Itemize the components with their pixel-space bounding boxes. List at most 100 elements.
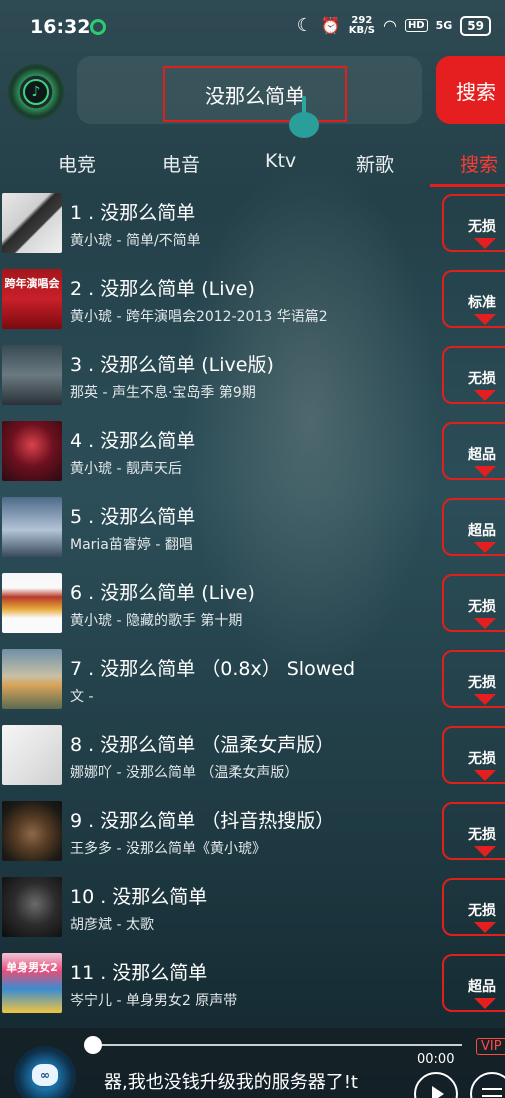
- search-box[interactable]: 没那么简单: [77, 56, 422, 138]
- song-title: 4 . 没那么简单: [70, 430, 196, 452]
- quality-button[interactable]: 无损: [442, 878, 505, 936]
- song-title: 3 . 没那么简单 (Live版): [70, 354, 274, 376]
- vip-badge[interactable]: VIP: [476, 1038, 505, 1055]
- download-arrow-icon: [474, 846, 496, 857]
- alarm-icon: ⏰: [320, 16, 341, 35]
- song-subtitle: 王多多 - 没那么简单《黄小琥》: [70, 841, 266, 857]
- search-button[interactable]: 搜索: [436, 56, 505, 124]
- album-cover: [2, 877, 62, 937]
- do-not-disturb-icon: ☾: [296, 15, 313, 36]
- download-arrow-icon: [474, 998, 496, 1009]
- text-cursor-handle-icon[interactable]: [289, 96, 319, 138]
- album-cover: 单身男女2: [2, 953, 62, 1013]
- list-item[interactable]: 9 . 没那么简单 （抖音热搜版） 王多多 - 没那么简单《黄小琥》 无损: [0, 796, 505, 872]
- quality-button[interactable]: 超品: [442, 498, 505, 556]
- progress-handle[interactable]: [84, 1036, 102, 1054]
- list-item[interactable]: 跨年演唱会 2 . 没那么简单 (Live) 黄小琥 - 跨年演唱会2012-2…: [0, 264, 505, 340]
- tab-esports[interactable]: 电竞: [58, 150, 96, 177]
- playlist-menu-button[interactable]: [470, 1072, 505, 1098]
- quality-label: 无损: [468, 219, 496, 235]
- song-subtitle: 那英 - 声生不息·宝岛季 第9期: [70, 385, 256, 401]
- now-playing-disc[interactable]: ∞: [14, 1046, 76, 1098]
- signal-icon: 5G: [435, 19, 453, 32]
- list-item[interactable]: 5 . 没那么简单 Maria苗睿婷 - 翻唱 超品: [0, 492, 505, 568]
- quality-label: 标准: [468, 295, 496, 311]
- album-cover: [2, 421, 62, 481]
- song-title: 11 . 没那么简单: [70, 962, 208, 984]
- download-arrow-icon: [474, 618, 496, 629]
- app-notification-icon: [90, 19, 106, 35]
- quality-button[interactable]: 无损: [442, 802, 505, 860]
- status-icons: ☾ ⏰ 292 KB/S ◠ HD 5G 59: [297, 15, 491, 36]
- list-item[interactable]: 6 . 没那么简单 (Live) 黄小琥 - 隐藏的歌手 第十期 无损: [0, 568, 505, 644]
- album-cover: [2, 193, 62, 253]
- album-cover: [2, 497, 62, 557]
- album-cover: [2, 725, 62, 785]
- song-title: 8 . 没那么简单 （温柔女声版）: [70, 734, 335, 756]
- playback-time: 00:00: [417, 1052, 455, 1067]
- mini-player: VIP 00:00 ∞ 器,我也没钱升级我的服务器了!t: [0, 1028, 505, 1098]
- quality-button[interactable]: 无损: [442, 726, 505, 784]
- song-subtitle: Maria苗睿婷 - 翻唱: [70, 537, 193, 553]
- quality-button[interactable]: 无损: [442, 574, 505, 632]
- scrolling-message: 器,我也没钱升级我的服务器了!t: [104, 1072, 358, 1093]
- hd-badge: HD: [404, 19, 428, 32]
- download-arrow-icon: [474, 466, 496, 477]
- song-title: 9 . 没那么简单 （抖音热搜版）: [70, 810, 335, 832]
- list-item[interactable]: 7 . 没那么简单 （0.8x） Slowed 文 - 无损: [0, 644, 505, 720]
- list-item[interactable]: 单身男女2 11 . 没那么简单 岑宁儿 - 单身男女2 原声带 超品: [0, 948, 505, 1024]
- list-item[interactable]: 10 . 没那么简单 胡彦斌 - 太歌 无损: [0, 872, 505, 948]
- song-subtitle: 娜娜吖 - 没那么简单 （温柔女声版）: [70, 765, 299, 781]
- song-subtitle: 黄小琥 - 简单/不简单: [70, 233, 201, 249]
- download-arrow-icon: [474, 694, 496, 705]
- tab-search[interactable]: 搜索: [460, 150, 498, 177]
- song-title: 1 . 没那么简单: [70, 202, 196, 224]
- quality-label: 无损: [468, 751, 496, 767]
- quality-button[interactable]: 标准: [442, 270, 505, 328]
- app-logo[interactable]: ♪: [8, 64, 64, 120]
- quality-button[interactable]: 无损: [442, 346, 505, 404]
- play-button[interactable]: [414, 1072, 458, 1098]
- download-arrow-icon: [474, 770, 496, 781]
- battery-icon: 59: [460, 15, 491, 36]
- wifi-icon: ◠: [382, 16, 397, 35]
- quality-label: 无损: [468, 371, 496, 387]
- list-item[interactable]: 8 . 没那么简单 （温柔女声版） 娜娜吖 - 没那么简单 （温柔女声版） 无损: [0, 720, 505, 796]
- quality-label: 无损: [468, 903, 496, 919]
- quality-label: 超品: [468, 447, 496, 463]
- status-bar: 16:32 ☾ ⏰ 292 KB/S ◠ HD 5G 59: [0, 0, 505, 56]
- quality-button[interactable]: 超品: [442, 422, 505, 480]
- song-subtitle: 黄小琥 - 隐藏的歌手 第十期: [70, 613, 243, 629]
- tab-new-songs[interactable]: 新歌: [356, 150, 394, 177]
- song-subtitle: 文 -: [70, 689, 94, 705]
- tab-electronic[interactable]: 电音: [162, 150, 200, 177]
- song-subtitle: 黄小琥 - 跨年演唱会2012-2013 华语篇2: [70, 309, 328, 325]
- download-arrow-icon: [474, 314, 496, 325]
- song-title: 6 . 没那么简单 (Live): [70, 582, 255, 604]
- song-title: 10 . 没那么简单: [70, 886, 208, 908]
- download-arrow-icon: [474, 922, 496, 933]
- tab-ktv[interactable]: Ktv: [265, 150, 296, 172]
- progress-bar[interactable]: [92, 1044, 462, 1046]
- search-header: ♪ 没那么简单 搜索: [0, 56, 505, 138]
- song-subtitle: 岑宁儿 - 单身男女2 原声带: [70, 993, 238, 1009]
- list-item[interactable]: 3 . 没那么简单 (Live版) 那英 - 声生不息·宝岛季 第9期 无损: [0, 340, 505, 416]
- album-cover: [2, 345, 62, 405]
- status-time: 16:32: [30, 16, 91, 38]
- search-input[interactable]: 没那么简单: [163, 66, 347, 122]
- app-mascot-icon: ∞: [32, 1064, 58, 1086]
- list-item[interactable]: 1 . 没那么简单 黄小琥 - 简单/不简单 无损: [0, 188, 505, 264]
- download-arrow-icon: [474, 238, 496, 249]
- quality-label: 超品: [468, 523, 496, 539]
- album-cover: [2, 801, 62, 861]
- list-item[interactable]: 4 . 没那么简单 黄小琥 - 靓声天后 超品: [0, 416, 505, 492]
- quality-button[interactable]: 无损: [442, 650, 505, 708]
- quality-label: 无损: [468, 827, 496, 843]
- quality-button[interactable]: 超品: [442, 954, 505, 1012]
- music-note-icon: ♪: [23, 79, 49, 105]
- download-arrow-icon: [474, 390, 496, 401]
- category-tabs: 电竞 电音 Ktv 新歌 搜索: [0, 140, 505, 188]
- quality-button[interactable]: 无损: [442, 194, 505, 252]
- quality-label: 无损: [468, 599, 496, 615]
- album-cover: [2, 649, 62, 709]
